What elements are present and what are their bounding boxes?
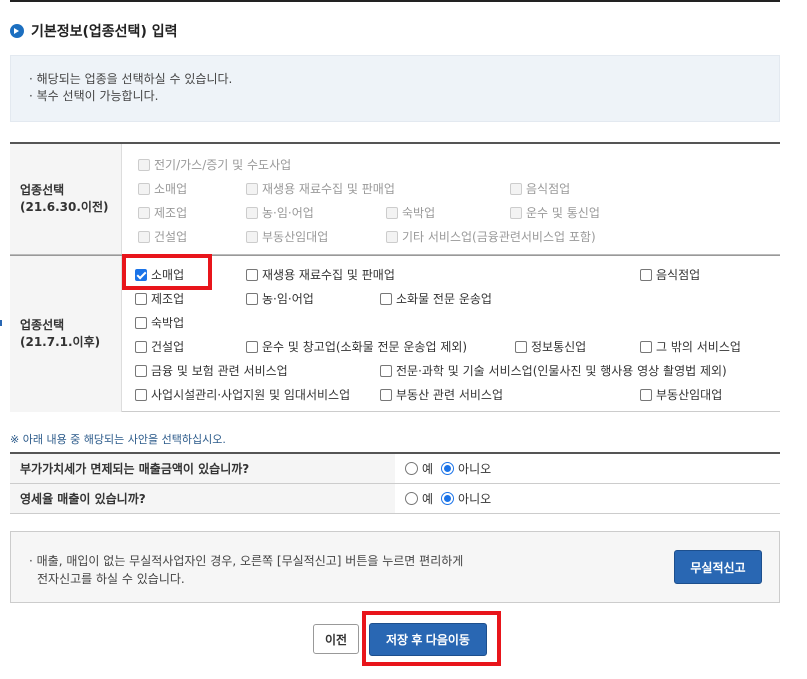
- prev-button[interactable]: 이전: [313, 624, 359, 654]
- question-row-zero-rate: 영세율 매출이 있습니까? 예 아니오: [10, 484, 780, 514]
- checkbox-facility[interactable]: 사업시설관리·사업지원 및 임대서비스업: [135, 386, 350, 403]
- checkbox-other-service[interactable]: 그 밖의 서비스업: [640, 338, 741, 355]
- checkbox-realestate-rent[interactable]: 부동산임대업: [640, 386, 722, 403]
- no-activity-text: · 매출, 매입이 없는 무실적사업자인 경우, 오른쪽 [무실적신고] 버튼을…: [29, 554, 464, 586]
- no-activity-report-button[interactable]: 무실적신고: [674, 550, 762, 584]
- question-options: 예 아니오: [405, 484, 499, 513]
- question-label: 영세율 매출이 있습니까?: [10, 484, 395, 513]
- checkbox-cargo[interactable]: 소화물 전문 운송업: [380, 290, 492, 307]
- checkbox-before-retail: 소매업: [138, 180, 187, 197]
- circle-arrow-icon: [10, 24, 24, 38]
- checkbox-before-etc-service: 기타 서비스업(금융관련서비스업 포함): [386, 228, 596, 245]
- highlight-retail: [122, 254, 212, 290]
- no-activity-box: · 매출, 매입이 없는 무실적사업자인 경우, 오른쪽 [무실적신고] 버튼을…: [10, 531, 780, 603]
- checkbox-before-construct: 건설업: [138, 228, 187, 245]
- checkbox-before-transport: 운수 및 통신업: [510, 204, 600, 221]
- checkbox-before-lodging: 숙박업: [386, 204, 435, 221]
- radio-zero-rate-yes[interactable]: 예: [405, 490, 433, 507]
- checkbox-before-food: 음식점업: [510, 180, 570, 197]
- section-title: 기본정보(업종선택) 입력: [31, 24, 178, 40]
- info-line: · 복수 선택이 가능합니다.: [29, 89, 159, 103]
- checkbox-finance[interactable]: 금융 및 보험 관련 서비스업: [135, 362, 288, 379]
- top-divider: [10, 0, 780, 2]
- checkbox-mfg[interactable]: 제조업: [135, 290, 184, 307]
- row-header-after: 업종선택 (21.7.1.이후): [10, 256, 122, 412]
- row-header-before: 업종선택 (21.6.30.이전): [10, 144, 122, 254]
- checkbox-recycle[interactable]: 재생용 재료수집 및 판매업: [246, 266, 395, 283]
- edge-mark: [0, 320, 2, 326]
- question-label: 부가가치세가 면제되는 매출금액이 있습니까?: [10, 454, 395, 483]
- question-row-exempt: 부가가치세가 면제되는 매출금액이 있습니까? 예 아니오: [10, 454, 780, 484]
- checkbox-before-realestate-rent: 부동산임대업: [246, 228, 328, 245]
- checkbox-farm[interactable]: 농·임·어업: [246, 290, 314, 307]
- checkbox-before-elec: 전기/가스/증기 및 수도사업: [138, 156, 291, 173]
- info-box: · 해당되는 업종을 선택하실 수 있습니다. · 복수 선택이 가능합니다.: [10, 55, 780, 122]
- question-options: 예 아니오: [405, 454, 499, 483]
- checkbox-warehouse[interactable]: 운수 및 창고업(소화물 전문 운송업 제외): [246, 338, 467, 355]
- checkbox-construct[interactable]: 건설업: [135, 338, 184, 355]
- radio-exempt-yes[interactable]: 예: [405, 460, 433, 477]
- checkbox-before-farm: 농·임·어업: [246, 204, 314, 221]
- checkbox-realestate-service[interactable]: 부동산 관련 서비스업: [380, 386, 503, 403]
- checkbox-before-mfg: 제조업: [138, 204, 187, 221]
- checkbox-info-comm[interactable]: 정보통신업: [515, 338, 586, 355]
- checkbox-food[interactable]: 음식점업: [640, 266, 700, 283]
- section-header: 기본정보(업종선택) 입력: [10, 22, 177, 40]
- business-row-before: 업종선택 (21.6.30.이전) 전기/가스/증기 및 수도사업 소매업 재생…: [10, 144, 780, 255]
- question-table: 부가가치세가 면제되는 매출금액이 있습니까? 예 아니오 영세율 매출이 있습…: [10, 452, 780, 514]
- radio-zero-rate-no[interactable]: 아니오: [441, 490, 491, 507]
- notice-text: ※ 아래 내용 중 해당되는 사안을 선택하십시오.: [10, 433, 226, 446]
- checkbox-before-recycle: 재생용 재료수집 및 판매업: [246, 180, 395, 197]
- checkbox-lodging[interactable]: 숙박업: [135, 314, 184, 331]
- radio-exempt-no[interactable]: 아니오: [441, 460, 491, 477]
- checkbox-science[interactable]: 전문·과학 및 기술 서비스업(인물사진 및 행사용 영상 촬영법 제외): [380, 362, 727, 379]
- info-line: · 해당되는 업종을 선택하실 수 있습니다.: [29, 72, 233, 86]
- highlight-save: [362, 611, 501, 666]
